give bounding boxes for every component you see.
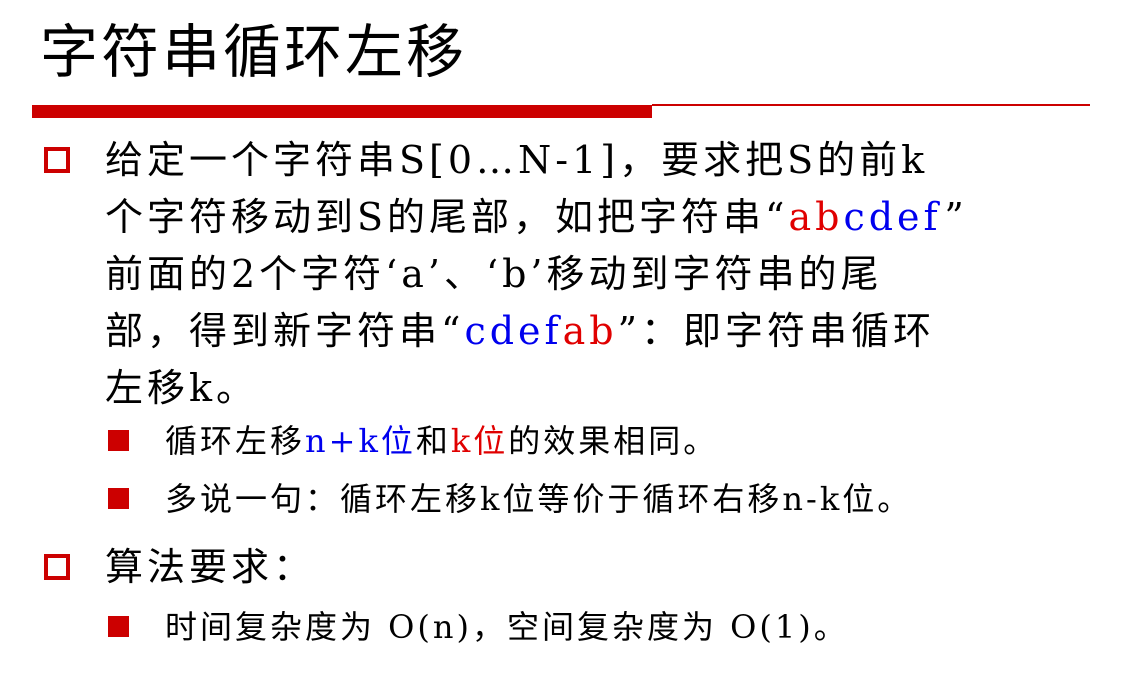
sub1-text-pre: 循环左移 xyxy=(165,422,306,460)
highlight-ab-red: ab xyxy=(788,195,844,239)
sub1-text-mid: 和 xyxy=(415,422,451,460)
filled-square-bullet-icon xyxy=(108,488,129,509)
bullet1-line4-text: 部，得到新字符串“ xyxy=(105,309,465,353)
result-cdef-blue: cdef xyxy=(464,309,563,353)
page-title: 字符串循环左移 xyxy=(40,18,468,86)
sub1-red-text: k位 xyxy=(450,422,509,460)
result-ab-red: ab xyxy=(562,309,618,353)
title-underline-thick xyxy=(32,105,652,118)
bullet1-line2-text: 个字符移动到S的尾部，如把字符串“ xyxy=(105,195,789,239)
sub1-text-post: 的效果相同。 xyxy=(508,422,719,460)
hollow-square-bullet-icon xyxy=(44,147,70,173)
title-underline-thin xyxy=(652,104,1090,106)
bullet1-line4-tail: ”：即字符串循环 xyxy=(617,309,936,353)
sub1-blue-text: n+k位 xyxy=(305,422,416,460)
highlight-cdef-blue: cdef xyxy=(843,195,945,239)
filled-square-bullet-icon xyxy=(108,430,129,451)
hollow-square-bullet-icon xyxy=(44,554,70,580)
closing-quote: ” xyxy=(944,195,968,239)
filled-square-bullet-icon xyxy=(108,616,129,637)
